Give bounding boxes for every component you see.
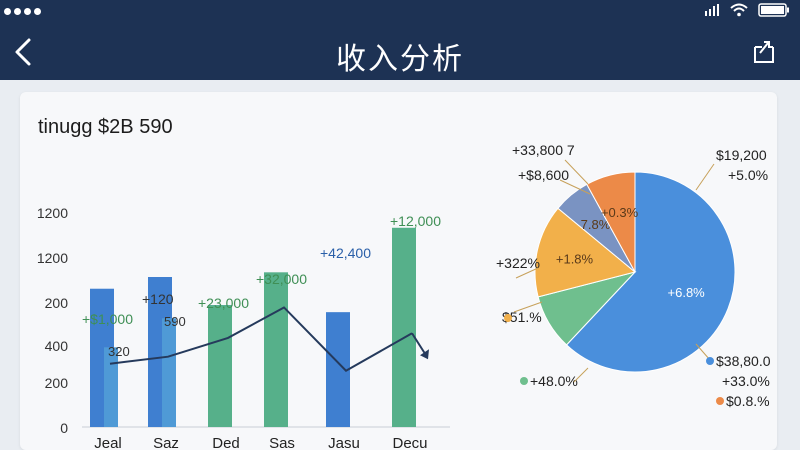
category-label: Sas	[269, 435, 295, 450]
legend-dot	[716, 397, 724, 405]
pie-callout: $38,80.0	[716, 353, 770, 369]
legend-dot	[520, 377, 528, 385]
status-icons	[704, 3, 790, 17]
category-label: Decu	[392, 435, 427, 450]
cellular-icon	[705, 4, 719, 16]
battery-icon	[758, 3, 789, 17]
y-tick-label: 400	[45, 338, 69, 354]
pie-callout: +322%	[496, 255, 540, 271]
revenue-card: tinugg $2B 590 0 200 400 200 1200 1200 +$1,000…	[20, 92, 777, 450]
category-label: Saz	[153, 435, 179, 450]
bar	[392, 227, 416, 427]
share-button[interactable]	[750, 38, 778, 66]
nav-bar: 收入分析	[0, 24, 800, 80]
y-tick-label: 200	[45, 375, 69, 391]
pie-callout: $19,200	[716, 147, 767, 163]
bar	[208, 305, 232, 427]
signal-dots	[4, 8, 41, 15]
y-tick-label: 1200	[37, 205, 68, 221]
category-label: Jeal	[94, 435, 122, 450]
y-tick-label: 200	[45, 295, 69, 311]
data-label: +23,000	[198, 295, 249, 311]
bar	[104, 347, 118, 427]
bar	[162, 318, 176, 427]
extra-label: 320	[108, 344, 130, 359]
data-label: +$1,000	[82, 311, 133, 327]
pie-callout: +48.0%	[530, 373, 578, 389]
leader-line	[695, 163, 715, 191]
y-tick-label: 1200	[37, 250, 68, 266]
pie-callout: +5.0%	[728, 167, 768, 183]
slice-label: +0.3%	[601, 205, 639, 220]
data-label: +32,000	[256, 271, 307, 287]
y-tick-label: 0	[60, 420, 68, 436]
pie-callout: +33.0%	[722, 373, 770, 389]
status-bar	[0, 0, 800, 24]
legend-dot	[706, 357, 714, 365]
category-label: Ded	[212, 435, 240, 450]
legend-dot	[504, 314, 512, 322]
data-label: +42,400	[320, 245, 371, 261]
trend-arrowhead	[420, 349, 429, 360]
bar-chart: 0 200 400 200 1200 1200 +$1,000 +120 +23,000 +32,…	[37, 205, 450, 450]
bar	[264, 272, 288, 427]
data-label: +120	[142, 291, 174, 307]
pie-callout: +33,800 7	[512, 142, 575, 158]
data-label: +12,000	[390, 213, 441, 229]
extra-label: 590	[164, 314, 186, 329]
slice-label: +6.8%	[668, 285, 706, 300]
pie-chart: +6.8%+1.8%7.8%+0.3%+33,800 7+$8,600$19,2…	[496, 142, 770, 409]
slice-label: +1.8%	[556, 251, 594, 266]
wifi-icon	[730, 3, 748, 17]
category-label: Jasu	[328, 435, 360, 450]
pie-callout: $0.8.%	[726, 393, 770, 409]
share-icon	[754, 41, 774, 63]
page-title: 收入分析	[336, 42, 464, 77]
